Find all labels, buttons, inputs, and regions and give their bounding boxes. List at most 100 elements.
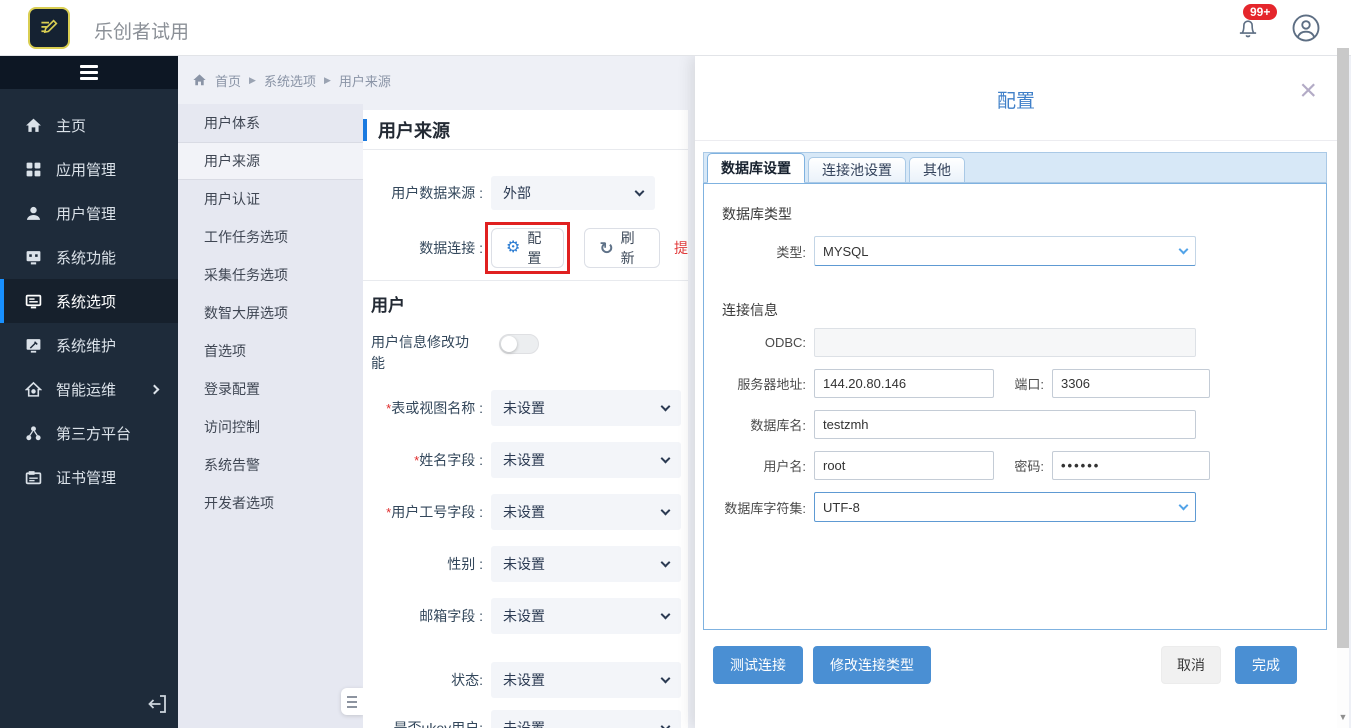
sidebar-item-system-options[interactable]: 系统选项 [0, 279, 178, 323]
config-button[interactable]: ⚙ 配置 [491, 228, 565, 268]
scrollbar-thumb[interactable] [1337, 48, 1349, 648]
submenu-item-collect-task-options[interactable]: 采集任务选项 [178, 256, 363, 294]
user-info-edit-toggle[interactable] [499, 334, 539, 354]
db-type-row: 类型: MYSQL [722, 236, 1308, 266]
sidebar-collapse-button[interactable] [0, 56, 178, 89]
submenu-item-user-source[interactable]: 用户来源 [178, 142, 363, 180]
user-info-edit-label: 用户信息修改功能 [371, 334, 469, 371]
close-icon[interactable]: × [1299, 76, 1317, 106]
sidebar-item-third-party[interactable]: 第三方平台 [0, 411, 178, 455]
page-title-row: 用户来源 [363, 110, 688, 150]
sidebar-item-app-management[interactable]: 应用管理 [0, 147, 178, 191]
sidebar-item-system-functions[interactable]: 系统功能 [0, 235, 178, 279]
config-dialog: 配置 × 数据库设置 连接池设置 其他 数据库类型 类型: MYSQL 连接信息… [695, 56, 1337, 728]
gender-row: 性别 : 未设置 [363, 546, 688, 582]
tab-connection-pool-settings[interactable]: 连接池设置 [808, 157, 906, 182]
breadcrumb-arrow-icon: ▶ [249, 74, 256, 85]
options-panel-icon [25, 294, 42, 308]
dialog-footer: 测试连接 修改连接类型 取消 完成 [695, 630, 1337, 728]
header-actions: 99+ [1235, 0, 1321, 56]
name-field-select[interactable]: 未设置 [491, 442, 681, 478]
name-field-label: 姓名字段 : [419, 452, 483, 468]
submenu-item-developer-options[interactable]: 开发者选项 [178, 484, 363, 522]
scroll-down-arrow[interactable]: ▼ [1337, 712, 1349, 722]
submenu-item-user-auth[interactable]: 用户认证 [178, 180, 363, 218]
password-input[interactable] [1052, 451, 1210, 480]
users-icon [26, 206, 41, 220]
chevron-down-icon [1178, 500, 1189, 510]
main-content: 用户来源 用户数据来源 : 外部 数据连接 : ⚙ 配置 ↻ 刷新 提 用户 用… [363, 110, 688, 728]
breadcrumb-system-options[interactable]: 系统选项 [264, 71, 316, 90]
user-info-edit-row: 用户信息修改功能 [363, 332, 688, 374]
email-field-label: 邮箱字段 : [419, 608, 483, 624]
cancel-button[interactable]: 取消 [1161, 646, 1221, 684]
done-button[interactable]: 完成 [1235, 646, 1297, 684]
tip-text: 提 [674, 240, 688, 256]
user-data-source-select[interactable]: 外部 [491, 176, 655, 210]
sidebar-item-certificate-management[interactable]: 证书管理 [0, 455, 178, 499]
gender-select[interactable]: 未设置 [491, 546, 681, 582]
user-avatar-button[interactable] [1291, 13, 1321, 43]
tab-database-settings[interactable]: 数据库设置 [707, 153, 805, 183]
odbc-row: ODBC: [722, 328, 1308, 357]
employee-id-select[interactable]: 未设置 [491, 494, 681, 530]
username-input[interactable] [814, 451, 994, 480]
apps-grid-icon [26, 162, 41, 176]
modify-connection-type-button[interactable]: 修改连接类型 [813, 646, 931, 684]
charset-select[interactable]: UTF-8 [814, 492, 1196, 522]
charset-label: 数据库字符集: [724, 500, 806, 516]
chevron-down-icon [660, 453, 671, 463]
status-select[interactable]: 未设置 [491, 662, 681, 698]
notification-badge: 99+ [1243, 4, 1278, 20]
db-type-section-label: 数据库类型 [722, 206, 792, 222]
app-logo[interactable] [28, 7, 70, 49]
submenu-item-system-alerts[interactable]: 系统告警 [178, 446, 363, 484]
status-label: 状态: [451, 672, 483, 688]
test-connection-button[interactable]: 测试连接 [713, 646, 803, 684]
charset-row: 数据库字符集: UTF-8 [722, 492, 1308, 522]
sidebar-item-intelligent-ops[interactable]: 智能运维 [0, 367, 178, 411]
submenu-item-login-config[interactable]: 登录配置 [178, 370, 363, 408]
email-field-row: 邮箱字段 : 未设置 [363, 598, 688, 634]
chevron-down-icon [634, 186, 645, 196]
gear-icon: ⚙ [506, 239, 521, 256]
port-input[interactable] [1052, 369, 1210, 398]
chevron-down-icon [1178, 244, 1189, 254]
server-row: 服务器地址: 端口: [722, 369, 1308, 398]
port-label: 端口: [1014, 377, 1044, 392]
smart-ops-icon [25, 381, 42, 397]
toggle-knob [501, 336, 517, 352]
refresh-button[interactable]: ↻ 刷新 [584, 228, 660, 268]
app-title: 乐创者试用 [94, 22, 190, 43]
submenu-item-preferences[interactable]: 首选项 [178, 332, 363, 370]
server-address-input[interactable] [814, 369, 994, 398]
odbc-label: ODBC: [764, 335, 806, 350]
breadcrumb-home[interactable]: 首页 [215, 71, 241, 90]
db-type-label: 类型: [776, 244, 806, 260]
notification-bell-button[interactable]: 99+ [1235, 4, 1278, 44]
breadcrumb-arrow-icon: ▶ [323, 74, 331, 85]
table-or-view-row: *表或视图名称 : 未设置 [363, 390, 688, 426]
sidebar-item-system-maintenance[interactable]: 系统维护 [0, 323, 178, 367]
chevron-down-icon [660, 505, 671, 515]
dialog-divider [695, 140, 1337, 141]
db-type-select[interactable]: MYSQL [814, 236, 1196, 266]
tab-other[interactable]: 其他 [909, 157, 965, 182]
submenu-item-access-control[interactable]: 访问控制 [178, 408, 363, 446]
dbname-input[interactable] [814, 410, 1196, 439]
sidebar-item-home[interactable]: 主页 [0, 103, 178, 147]
submenu-item-bigscreen-options[interactable]: 数智大屏选项 [178, 294, 363, 332]
employee-id-label: 用户工号字段 : [391, 504, 483, 520]
submenu-item-user-system[interactable]: 用户体系 [178, 104, 363, 142]
user-section-title: 用户 [363, 280, 688, 320]
submenu-item-work-task-options[interactable]: 工作任务选项 [178, 218, 363, 256]
breadcrumb-user-source[interactable]: 用户来源 [339, 71, 391, 90]
email-field-select[interactable]: 未设置 [491, 598, 681, 634]
ukey-user-select[interactable]: 未设置 [491, 710, 681, 728]
logout-collapse-button[interactable] [146, 692, 170, 716]
dbname-label: 数据库名: [750, 418, 806, 433]
submenu-collapse-handle[interactable] [341, 688, 363, 715]
ukey-user-label: 是否ukey用户: [393, 720, 483, 728]
table-or-view-select[interactable]: 未设置 [491, 390, 681, 426]
sidebar-item-user-management[interactable]: 用户管理 [0, 191, 178, 235]
